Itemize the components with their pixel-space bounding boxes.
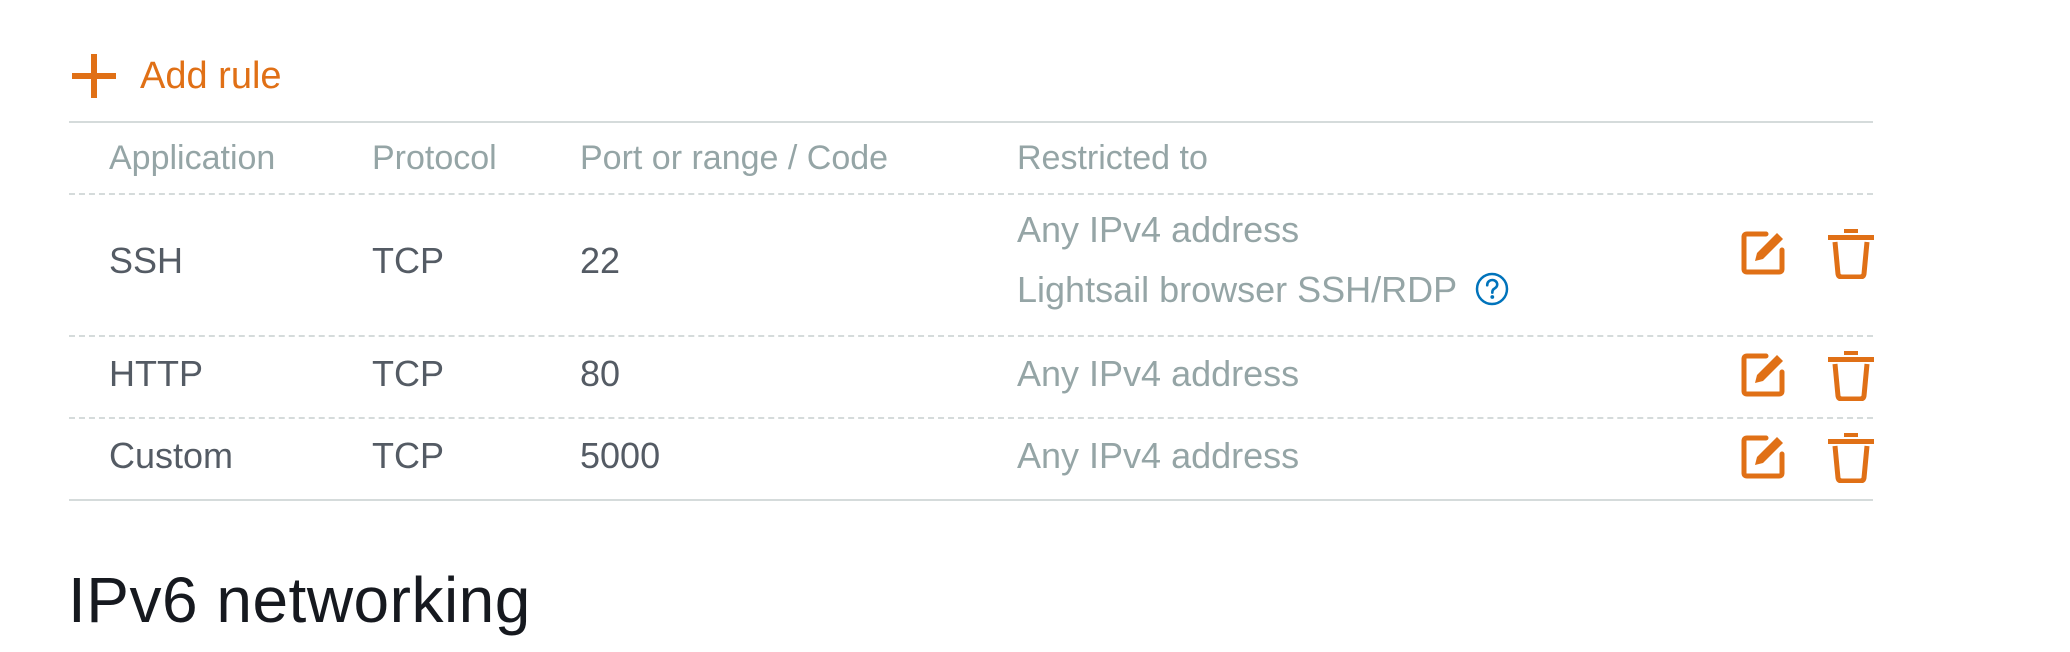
cell-protocol: TCP: [372, 240, 444, 281]
cell-application: HTTP: [109, 353, 203, 394]
rules-table: Application Protocol Port or range / Cod…: [69, 121, 1874, 501]
cell-application: SSH: [109, 240, 184, 281]
cell-port: 22: [580, 240, 621, 281]
column-header-restricted: Restricted to: [1017, 139, 1208, 177]
delete-rule-button[interactable]: [1825, 347, 1877, 403]
column-header-application: Application: [109, 139, 276, 177]
edit-rule-button[interactable]: [1737, 225, 1789, 281]
firewall-rules-panel: Add rule Application Protocol Port or ra…: [0, 0, 2070, 652]
edit-rule-button[interactable]: [1737, 429, 1789, 485]
cell-protocol: TCP: [372, 353, 444, 394]
plus-icon: [72, 54, 116, 98]
cell-restricted: Any IPv4 address: [1017, 209, 1300, 250]
cell-restricted-secondary: Lightsail browser SSH/RDP: [1017, 269, 1509, 311]
cell-application: Custom: [109, 435, 234, 476]
table-header: Application Protocol Port or range / Cod…: [69, 123, 1873, 195]
cell-restricted: Any IPv4 address: [1017, 353, 1300, 394]
cell-restricted: Any IPv4 address: [1017, 435, 1300, 476]
delete-rule-button[interactable]: [1825, 225, 1877, 281]
column-header-port: Port or range / Code: [580, 139, 889, 177]
table-row: HTTP TCP 80 Any IPv4 address: [69, 337, 1874, 419]
row-actions: [1737, 429, 1877, 485]
edit-icon: [1741, 353, 1785, 397]
trash-icon: [1828, 229, 1874, 279]
delete-rule-button[interactable]: [1825, 429, 1877, 485]
help-icon[interactable]: [1475, 272, 1509, 306]
ipv6-networking-title: IPv6 networking: [68, 564, 531, 636]
column-header-protocol: Protocol: [372, 139, 497, 177]
trash-icon: [1828, 433, 1874, 483]
cell-port: 80: [580, 353, 621, 394]
cell-port: 5000: [580, 435, 661, 476]
row-actions: [1737, 225, 1877, 281]
trash-icon: [1828, 351, 1874, 401]
edit-rule-button[interactable]: [1737, 347, 1789, 403]
row-actions: [1737, 347, 1877, 403]
add-rule-button[interactable]: Add rule: [70, 48, 282, 104]
edit-icon: [1741, 435, 1785, 479]
restricted-browser-label: Lightsail browser SSH/RDP: [1017, 269, 1457, 310]
table-row: Custom TCP 5000 Any IPv4 address: [69, 419, 1874, 501]
cell-protocol: TCP: [372, 435, 444, 476]
table-row: SSH TCP 22 Any IPv4 address Lightsail br…: [69, 195, 1874, 337]
edit-icon: [1741, 231, 1785, 275]
add-rule-label: Add rule: [140, 55, 282, 97]
